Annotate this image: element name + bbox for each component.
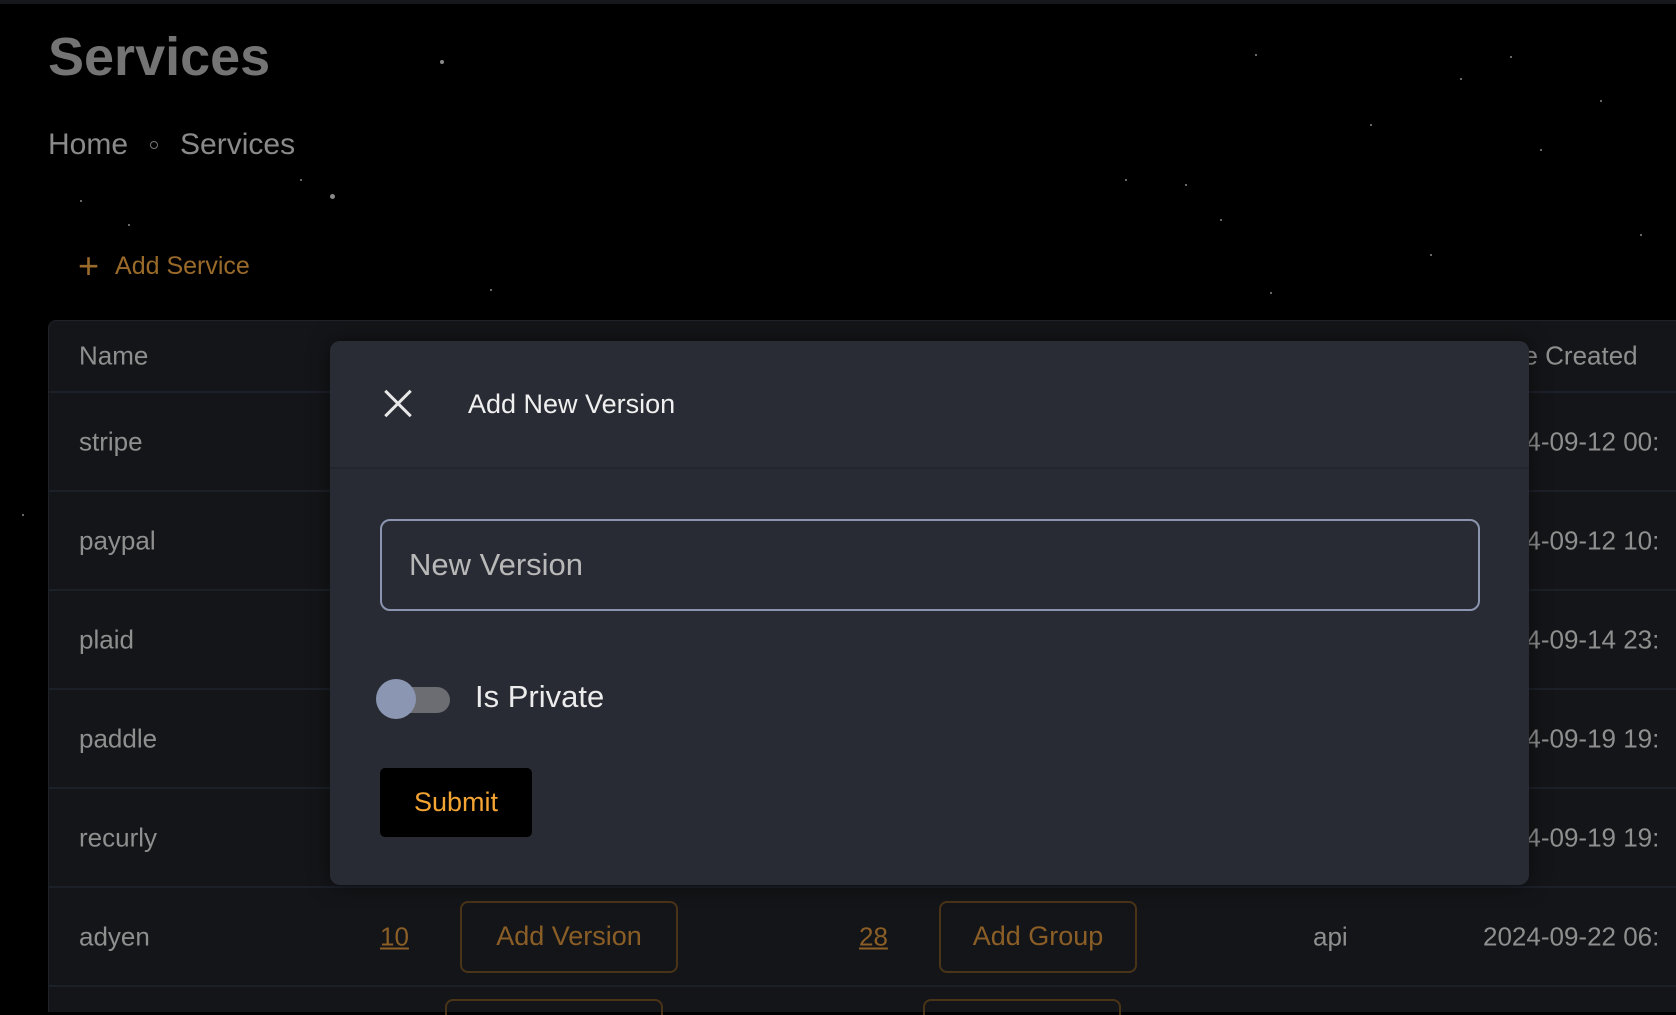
add-version-modal: Add New Version Is Private Submit [330, 341, 1529, 885]
date-created: 2024-09-22 06: [1483, 921, 1660, 951]
service-name[interactable]: recurly [79, 822, 157, 853]
is-private-label: Is Private [475, 679, 605, 714]
service-name[interactable]: paddle [79, 723, 157, 754]
breadcrumb-separator-icon [150, 141, 159, 149]
service-name[interactable]: plaid [79, 624, 134, 655]
service-name[interactable]: adyen [79, 921, 150, 952]
groups-count-link[interactable]: 28 [859, 921, 888, 952]
add-service-label: Add Service [115, 251, 250, 280]
versions-count-link[interactable]: 10 [380, 921, 409, 952]
header-name: Name [79, 340, 149, 371]
new-version-input[interactable] [380, 519, 1480, 611]
page-title: Services [48, 27, 271, 87]
modal-title: Add New Version [468, 388, 676, 419]
add-service-button[interactable]: + Add Service [78, 248, 250, 284]
table-row [49, 987, 1676, 1015]
breadcrumb-home[interactable]: Home [48, 128, 128, 162]
is-private-toggle[interactable] [376, 679, 450, 719]
close-icon[interactable] [378, 384, 418, 424]
add-group-button[interactable] [923, 999, 1121, 1015]
submit-button[interactable]: Submit [380, 768, 532, 837]
breadcrumb: Home Services [48, 128, 295, 162]
plus-icon: + [78, 245, 100, 286]
add-version-button[interactable] [445, 999, 663, 1015]
add-version-button[interactable]: Add Version [460, 900, 678, 973]
table-row: adyen 10 Add Version 28 Add Group api 2024… [49, 888, 1676, 987]
service-type: api [1313, 921, 1348, 951]
modal-header: Add New Version [330, 341, 1529, 469]
add-group-button[interactable]: Add Group [939, 900, 1137, 973]
breadcrumb-services: Services [180, 128, 296, 161]
service-name[interactable]: paypal [79, 525, 156, 556]
service-name[interactable]: stripe [79, 426, 143, 457]
